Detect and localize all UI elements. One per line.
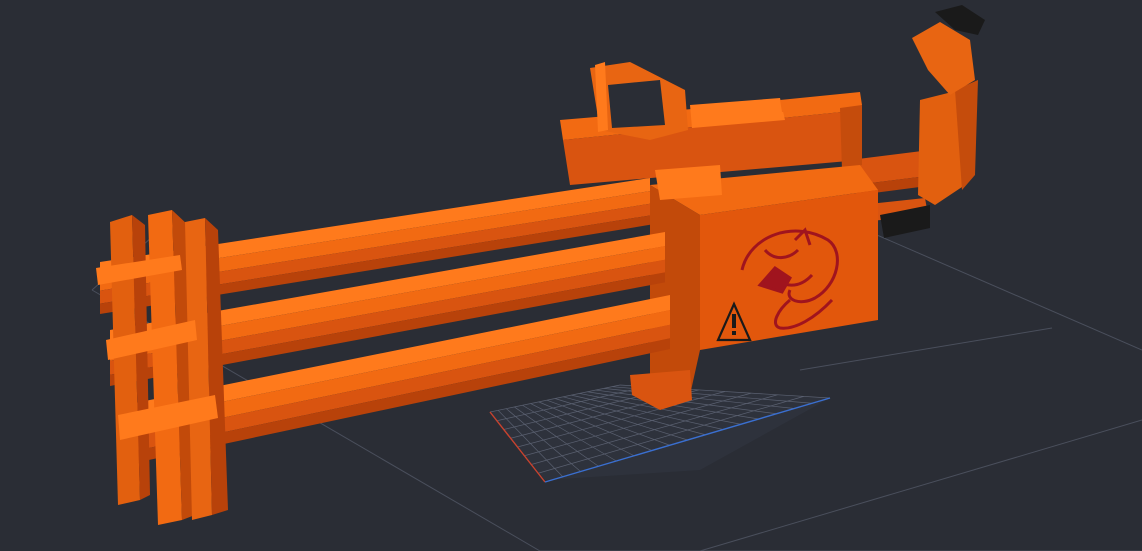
- 3d-viewport[interactable]: [0, 0, 1142, 551]
- scene-canvas[interactable]: [0, 0, 1142, 551]
- front-plates: [96, 210, 228, 525]
- housing: [630, 165, 878, 410]
